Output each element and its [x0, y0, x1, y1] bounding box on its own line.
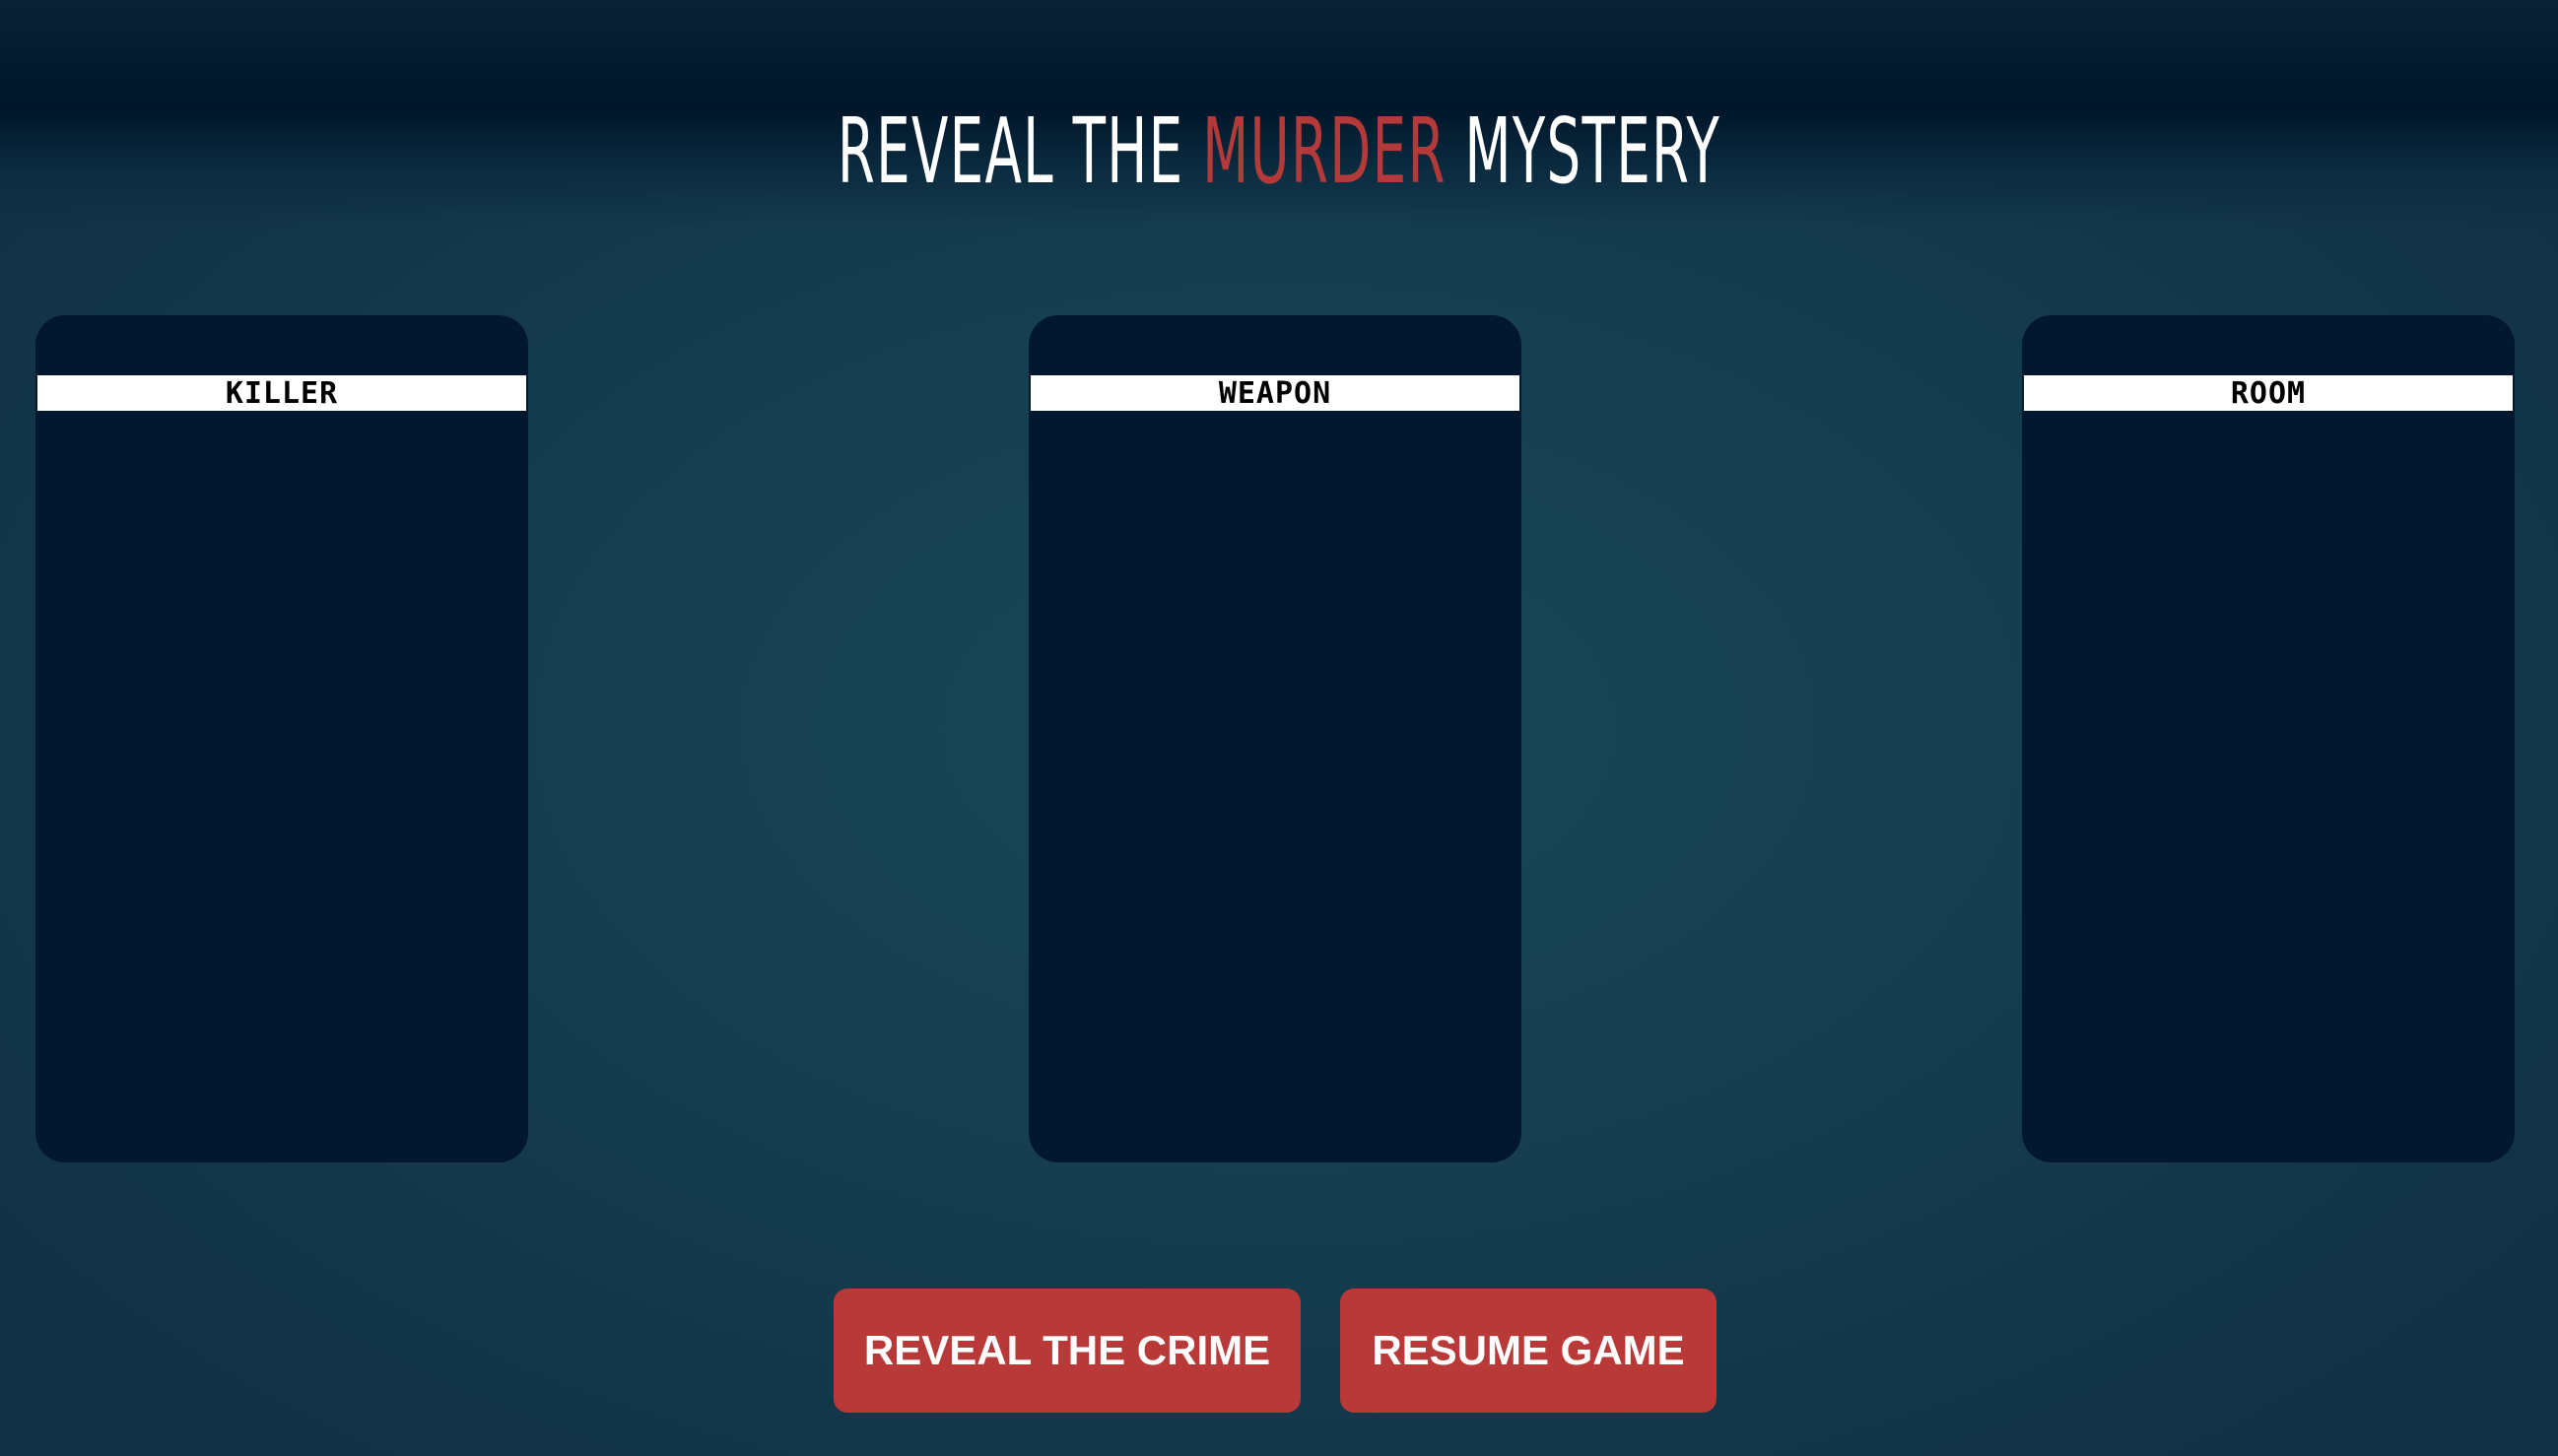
reveal-crime-button[interactable]: REVEAL THE CRIME [834, 1289, 1301, 1413]
title-part-1: REVEAL THE [837, 98, 1203, 204]
weapon-card-label: WEAPON [1031, 375, 1519, 411]
room-card-label: ROOM [2024, 375, 2513, 411]
killer-card-label: KILLER [37, 375, 526, 411]
page-title: REVEAL THE MURDER MYSTERY [435, 83, 2122, 221]
title-part-2: MYSTERY [1446, 98, 1721, 204]
weapon-card[interactable]: WEAPON [1029, 315, 1521, 1162]
room-card[interactable]: ROOM [2022, 315, 2515, 1162]
killer-card[interactable]: KILLER [35, 315, 528, 1162]
title-accent-word: MURDER [1202, 98, 1447, 204]
resume-game-button[interactable]: RESUME GAME [1340, 1289, 1717, 1413]
